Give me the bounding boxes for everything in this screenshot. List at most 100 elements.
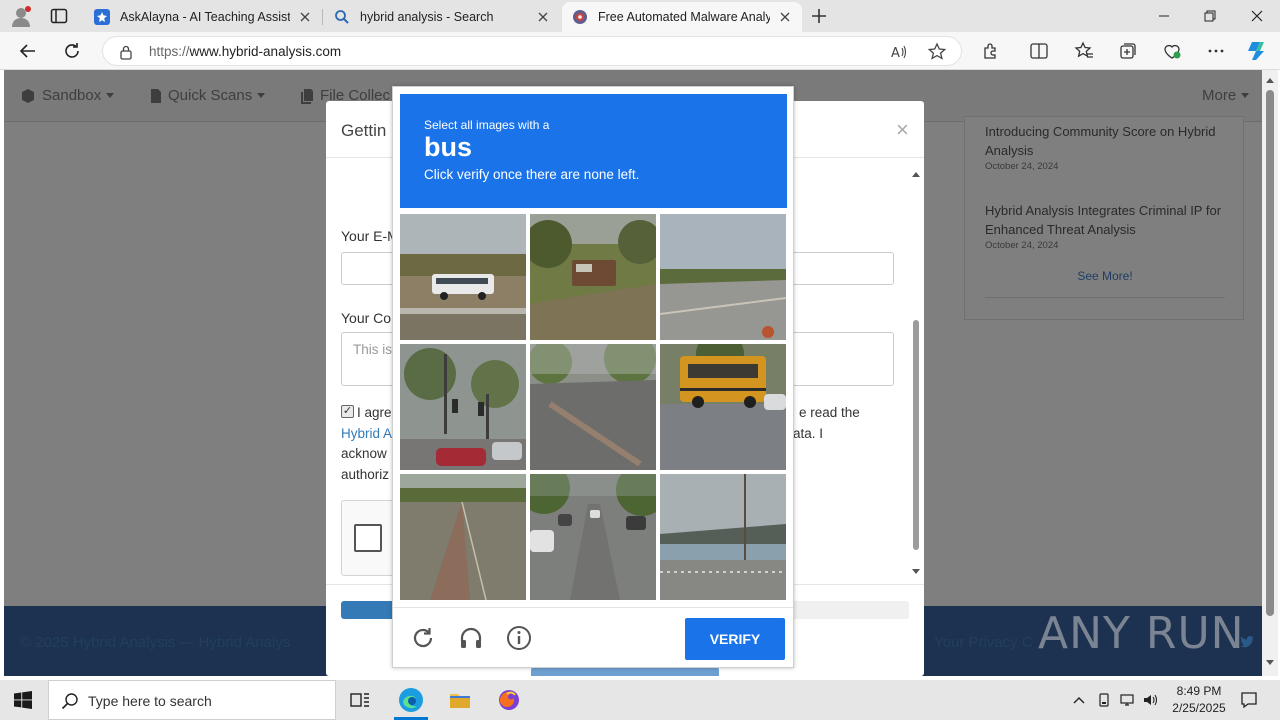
system-clock[interactable]: 8:49 PM 2/25/2025 [1164, 683, 1234, 717]
notification-center-icon[interactable] [1240, 691, 1258, 709]
tab-title: hybrid analysis - Search [360, 10, 494, 24]
browser-toolbar: https://www.hybrid-analysis.com A [0, 32, 1280, 70]
news-date: October 24, 2024 [985, 161, 1059, 172]
taskbar-search-box[interactable]: Type here to search [48, 680, 336, 720]
agree-checkbox[interactable]: ✓ [341, 405, 354, 418]
anyrun-watermark: ANY RUN [1038, 608, 1245, 659]
device-icon[interactable] [1096, 692, 1112, 708]
image-tile-6[interactable] [660, 344, 786, 470]
image-tile-7[interactable] [400, 474, 526, 600]
split-screen-icon[interactable] [1029, 41, 1049, 61]
file-icon [151, 88, 161, 103]
nav-label: Sandbox [42, 87, 102, 104]
modal-scrollbar-thumb[interactable] [913, 320, 919, 550]
files-icon [301, 88, 313, 104]
edge-browser-icon[interactable] [398, 687, 424, 713]
terms-link[interactable]: Hybrid A [341, 426, 392, 441]
audio-icon[interactable] [458, 625, 484, 651]
nav-sandbox[interactable]: Sandbox [20, 87, 115, 104]
close-window-icon[interactable] [1245, 4, 1269, 28]
close-tab-icon[interactable] [536, 10, 550, 24]
info-icon[interactable] [506, 625, 532, 651]
profile-avatar-icon[interactable] [10, 5, 32, 27]
firefox-icon[interactable] [497, 688, 521, 712]
collections-icon[interactable] [1118, 41, 1138, 61]
more-options-icon[interactable] [1206, 41, 1226, 61]
back-icon[interactable] [16, 39, 40, 63]
favorite-star-icon[interactable] [927, 42, 947, 62]
close-tab-icon[interactable] [778, 10, 792, 24]
modal-close-icon[interactable]: × [896, 117, 909, 143]
image-tile-8[interactable] [530, 474, 656, 600]
scrollbar-thumb[interactable] [1266, 90, 1274, 616]
nav-label: More [1202, 87, 1237, 104]
news-date: October 24, 2024 [985, 240, 1059, 251]
lock-icon[interactable] [119, 44, 133, 60]
see-more-link[interactable]: See More! [965, 269, 1245, 283]
volume-icon[interactable] [1142, 692, 1158, 708]
email-label: Your E-M [341, 228, 399, 244]
show-hidden-icons-chevron-icon[interactable] [1071, 692, 1087, 708]
image-tile-2[interactable] [530, 214, 656, 340]
windows-taskbar: Type here to search 8:49 PM 2/25/2025 [0, 680, 1280, 720]
news-title[interactable]: Hybrid Analysis Integrates Criminal IP f… [985, 201, 1225, 239]
challenge-header: Select all images with a bus Click verif… [400, 94, 787, 208]
tab-askalayna[interactable]: AskAlayna - AI Teaching Assistant [84, 2, 322, 32]
new-tab-icon[interactable] [808, 5, 830, 27]
hybrid-analysis-favicon-icon [573, 10, 587, 24]
news-item[interactable]: Hybrid Analysis Integrates Criminal IP f… [985, 201, 1225, 251]
news-panel: Introducing Community Score on Hybrid An… [964, 116, 1244, 320]
recaptcha-checkbox[interactable] [354, 524, 382, 552]
task-view-icon[interactable] [348, 688, 372, 712]
nav-more[interactable]: More [1202, 87, 1250, 104]
scroll-up-arrow[interactable] [911, 170, 921, 178]
file-explorer-icon[interactable] [448, 688, 472, 712]
refresh-icon[interactable] [60, 39, 84, 63]
bus-on-highway-image [400, 214, 526, 340]
scroll-up-arrow[interactable] [1266, 78, 1274, 83]
hcaptcha-challenge: Select all images with a bus Click verif… [392, 86, 794, 668]
image-tile-3[interactable] [660, 214, 786, 340]
tab-actions-icon[interactable] [50, 7, 68, 25]
copilot-icon[interactable] [1246, 39, 1270, 63]
extensions-icon[interactable] [981, 41, 1001, 61]
image-tile-9[interactable] [660, 474, 786, 600]
close-tab-icon[interactable] [298, 10, 312, 24]
footer-copyright: © 2025 Hybrid Analysis — Hybrid Analys [20, 634, 291, 651]
svg-text:A: A [891, 46, 900, 61]
browser-essentials-icon[interactable] [1162, 41, 1182, 61]
url-text: https://www.hybrid-analysis.com [149, 44, 342, 59]
favorites-icon[interactable] [1074, 41, 1094, 61]
read-aloud-icon[interactable]: A [889, 42, 909, 62]
instruction-subtext: Click verify once there are none left. [424, 167, 640, 182]
comment-placeholder: This is [353, 342, 393, 357]
scroll-down-arrow[interactable] [911, 568, 921, 576]
restore-icon[interactable] [1198, 4, 1222, 28]
news-item[interactable]: Introducing Community Score on Hybrid An… [985, 122, 1225, 172]
page-scrollbar[interactable] [1262, 70, 1278, 676]
minimize-icon[interactable] [1152, 4, 1176, 28]
image-tile-5[interactable] [530, 344, 656, 470]
instruction-text: Select all images with a [424, 118, 550, 132]
verify-button[interactable]: VERIFY [685, 618, 785, 660]
news-title[interactable]: Introducing Community Score on Hybrid An… [985, 122, 1225, 160]
bike-lane-road-image [400, 474, 526, 600]
search-icon [335, 10, 349, 24]
tab-hybrid-analysis[interactable]: Free Automated Malware Analysis [562, 2, 802, 32]
windows-start-icon[interactable] [14, 691, 32, 709]
modal-scrollbar[interactable] [911, 166, 921, 576]
network-icon[interactable] [1119, 692, 1135, 708]
street-parked-cars-image [530, 474, 656, 600]
clock-date: 2/25/2025 [1172, 701, 1226, 715]
reload-icon[interactable] [410, 625, 436, 651]
modal-submit-button[interactable] [531, 667, 719, 676]
scroll-down-arrow[interactable] [1266, 660, 1274, 665]
modal-title: Gettin [341, 121, 387, 140]
image-tile-1[interactable] [400, 214, 526, 340]
image-tile-4[interactable] [400, 344, 526, 470]
intersection-traffic-lights-image [400, 344, 526, 470]
tab-bing-search[interactable]: hybrid analysis - Search [324, 2, 560, 32]
footer-privacy-link[interactable]: Your Privacy C [934, 634, 1033, 651]
address-bar[interactable]: https://www.hybrid-analysis.com A [102, 36, 962, 66]
nav-quick-scans[interactable]: Quick Scans [150, 87, 266, 104]
